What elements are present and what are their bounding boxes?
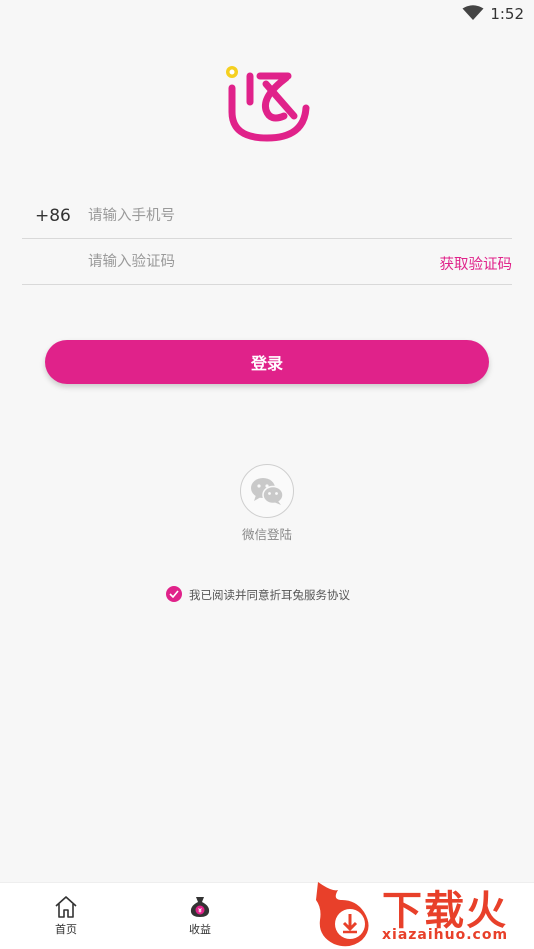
wechat-login-label: 微信登陆 — [241, 527, 292, 542]
status-time: 1:52 — [490, 5, 524, 23]
nav-label-income: 收益 — [189, 923, 211, 936]
wechat-icon — [251, 478, 284, 505]
code-row: 获取验证码 — [22, 239, 512, 285]
home-icon — [55, 896, 77, 918]
get-code-button[interactable]: 获取验证码 — [440, 253, 513, 274]
app-logo-icon — [226, 66, 310, 142]
verification-code-input[interactable] — [88, 249, 408, 275]
agreement-checkbox[interactable] — [166, 586, 182, 602]
country-code[interactable]: +86 — [35, 206, 71, 226]
wechat-login-button[interactable] — [240, 464, 294, 518]
agreement-text[interactable]: 我已阅读并同意折耳兔服务协议 — [189, 587, 350, 603]
wifi-icon — [462, 5, 484, 20]
phone-input[interactable] — [88, 203, 408, 229]
watermark-domain: xiazaihuo.com — [382, 927, 509, 943]
login-button[interactable]: 登录 — [45, 340, 489, 384]
nav-label-home: 首页 — [55, 923, 77, 936]
checkmark-icon — [169, 590, 179, 598]
watermark: 下载火 xiazaihuo.com — [312, 878, 534, 949]
phone-row: +86 — [22, 193, 512, 239]
status-bar: 1:52 — [0, 0, 534, 28]
nav-item-home[interactable]: 首页 — [36, 895, 96, 939]
income-bag-icon — [190, 897, 210, 917]
flame-logo-icon — [316, 882, 369, 947]
nav-item-income[interactable]: 收益 — [170, 895, 230, 939]
